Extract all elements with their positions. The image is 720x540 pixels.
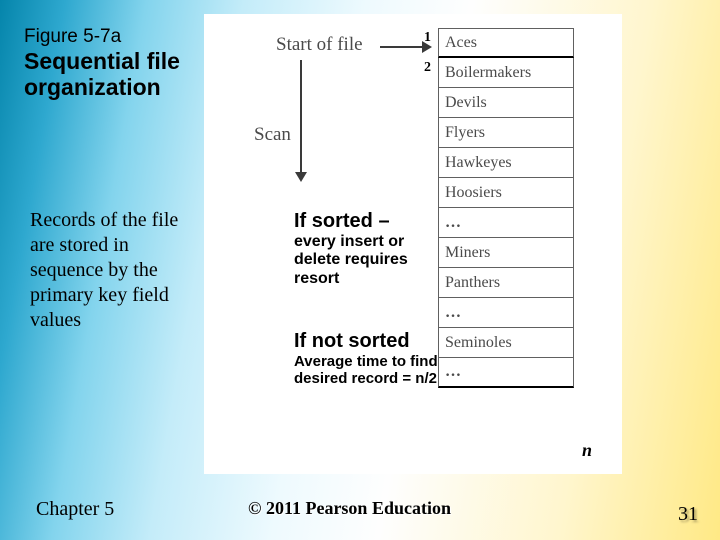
table-row: Flyers — [438, 118, 574, 148]
table-row: Hawkeyes — [438, 148, 574, 178]
if-sorted-heading: If sorted – — [294, 210, 432, 233]
if-sorted-body: every insert or delete requires resort — [294, 233, 432, 288]
if-not-sorted-block: If not sorted Average time to find desir… — [294, 330, 438, 388]
table-row: … — [438, 358, 574, 388]
table-row: Boilermakers — [438, 58, 574, 88]
table-row: Panthers — [438, 268, 574, 298]
table-row: … — [438, 298, 574, 328]
if-not-sorted-body: Average time to find desired record = n/… — [294, 353, 438, 388]
file-table: Aces Boilermakers Devils Flyers Hawkeyes… — [438, 28, 574, 388]
table-row: Devils — [438, 88, 574, 118]
table-row: Miners — [438, 238, 574, 268]
if-not-sorted-heading: If not sorted — [294, 330, 438, 353]
scan-label: Scan — [254, 124, 291, 146]
arrow-right-icon — [380, 46, 430, 48]
arrow-down-icon — [300, 60, 302, 180]
copyright-text: © 2011 Pearson Education — [248, 498, 451, 519]
figure-label: Figure 5-7a — [24, 26, 121, 48]
table-row: Seminoles — [438, 328, 574, 358]
figure-title: Sequential file organization — [24, 48, 180, 101]
row-number-2: 2 — [424, 60, 431, 76]
figure-title-l2: organization — [24, 74, 161, 100]
row-count-n: n — [582, 440, 592, 461]
if-sorted-block: If sorted – every insert or delete requi… — [294, 210, 432, 288]
chapter-label: Chapter 5 — [36, 498, 114, 521]
row-number-1: 1 — [424, 30, 431, 46]
table-row: Hoosiers — [438, 178, 574, 208]
page-number: 31 — [678, 503, 698, 526]
figure-title-l1: Sequential file — [24, 48, 180, 74]
records-description: Records of the file are stored in sequen… — [30, 208, 200, 333]
table-row: Aces — [438, 28, 574, 58]
table-row: … — [438, 208, 574, 238]
start-of-file-label: Start of file — [276, 34, 363, 56]
